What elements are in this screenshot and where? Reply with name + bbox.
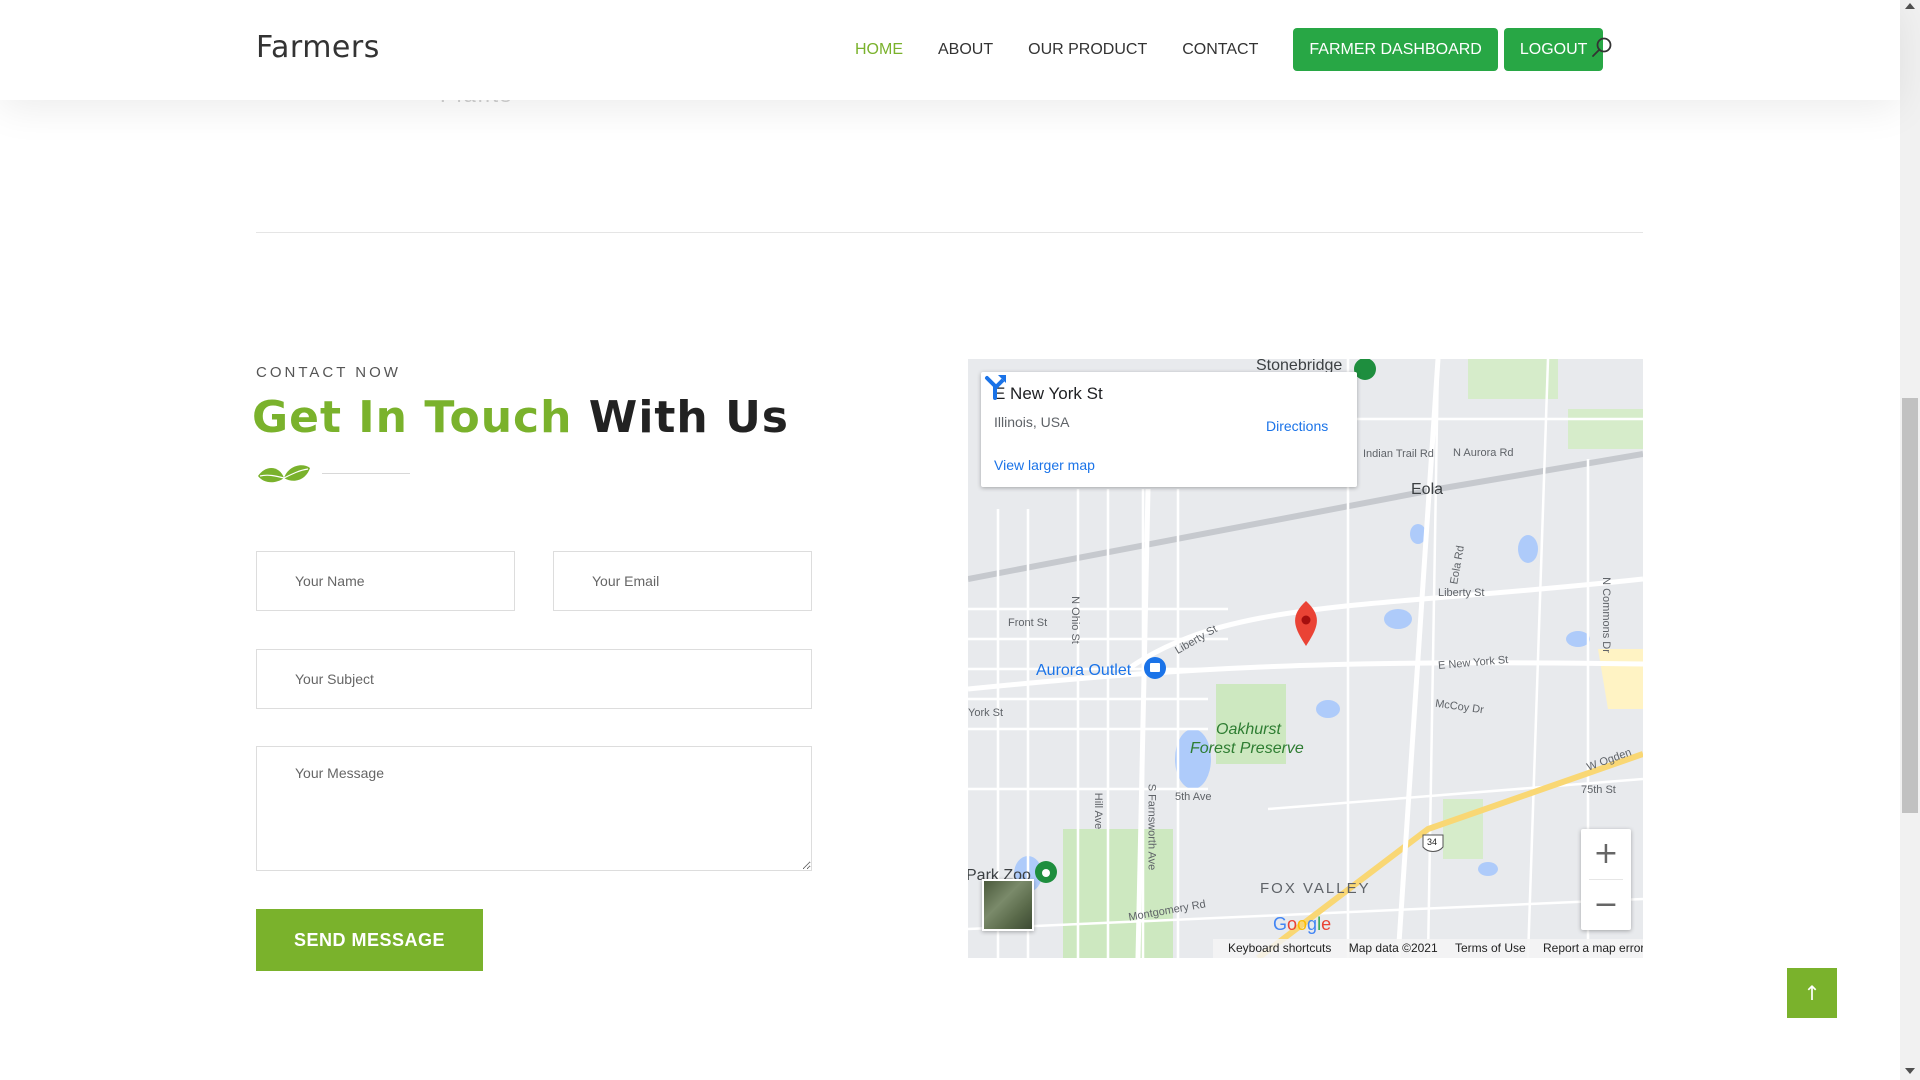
map-data-text: Map data ©2021 <box>1348 941 1438 955</box>
route-34-label: 34 <box>1427 837 1438 847</box>
scroll-down-arrow-icon[interactable] <box>1905 1068 1915 1074</box>
map-label-s-farnsworth: S Farnsworth Ave <box>1145 783 1158 871</box>
scrollbar-thumb[interactable] <box>1902 398 1918 813</box>
map-label-oakhurst: Oakhurst <box>1216 721 1281 738</box>
place-region: Illinois, USA <box>994 414 1070 430</box>
map-label-hill-ave: Hill Ave <box>1092 792 1105 830</box>
map-label-aurora-outlet: Aurora Outlet <box>1036 662 1132 679</box>
google-logo: Google <box>1273 914 1332 934</box>
map-attribution: Keyboard shortcuts Map data ©2021 Terms … <box>1213 939 1643 958</box>
farmer-dashboard-button[interactable]: FARMER DASHBOARD <box>1293 28 1498 71</box>
map-label-eola: Eola <box>1411 481 1444 498</box>
logout-button[interactable]: LOGOUT <box>1503 28 1604 71</box>
nav-contact[interactable]: CONTACT <box>1182 41 1258 59</box>
site-header: Farmers HOME ABOUT OUR PRODUCT CONTACT F… <box>0 0 1900 100</box>
satellite-toggle[interactable] <box>982 879 1034 931</box>
search-icon[interactable] <box>1590 36 1614 60</box>
directions-icon[interactable] <box>981 372 1009 400</box>
email-field[interactable] <box>553 551 812 611</box>
heading-green: Get In Touch <box>252 392 573 443</box>
directions-link[interactable]: Directions <box>1266 418 1328 434</box>
zoom-controls: + − <box>1581 829 1631 930</box>
nav-about[interactable]: ABOUT <box>938 41 993 59</box>
leaf-icon <box>258 465 310 483</box>
map-label-n-commons: N Commons Dr <box>1599 577 1612 653</box>
terms-of-use-link[interactable]: Terms of Use <box>1455 941 1526 955</box>
zoom-out-button[interactable]: − <box>1581 880 1631 930</box>
map-info-card: E New York St Illinois, USA View larger … <box>981 372 1357 487</box>
map-label-indian-trail: Indian Trail Rd <box>1363 448 1434 460</box>
scroll-up-arrow-icon[interactable] <box>1905 3 1915 9</box>
map-label-forest-preserve: Forest Preserve <box>1190 740 1304 757</box>
send-message-button[interactable]: SEND MESSAGE <box>256 909 483 971</box>
nav-our-product[interactable]: OUR PRODUCT <box>1028 41 1147 59</box>
nav-home[interactable]: HOME <box>855 41 903 59</box>
map-label-5th-ave: 5th Ave <box>1175 791 1212 803</box>
map-label-n-ohio: N Ohio St <box>1068 596 1081 644</box>
name-field[interactable] <box>256 551 515 611</box>
heading-underline <box>322 473 410 474</box>
back-to-top-button[interactable]: ↑ <box>1787 968 1837 1018</box>
contact-eyebrow: CONTACT NOW <box>256 364 401 381</box>
message-field[interactable] <box>256 746 812 871</box>
brand-logo[interactable]: Farmers <box>256 30 380 65</box>
google-map[interactable]: Stonebridge Eola Indian Trail Rd N Auror… <box>968 359 1643 958</box>
map-label-liberty-st: Liberty St <box>1438 587 1485 599</box>
view-larger-map-link[interactable]: View larger map <box>994 457 1095 473</box>
zoom-in-button[interactable]: + <box>1581 829 1631 879</box>
contact-heading: Get In Touch With Us <box>252 392 789 443</box>
subject-field[interactable] <box>256 649 812 709</box>
map-label-front-st: Front St <box>1008 617 1048 629</box>
heading-dark: With Us <box>588 392 789 443</box>
report-error-link[interactable]: Report a map error <box>1543 941 1643 955</box>
map-label-75th-st: 75th St <box>1581 784 1616 796</box>
main-nav: HOME ABOUT OUR PRODUCT CONTACT FARMER DA… <box>855 28 1604 71</box>
place-title: E New York St <box>994 384 1103 403</box>
keyboard-shortcuts-link[interactable]: Keyboard shortcuts <box>1228 941 1331 955</box>
map-label-fox-valley: FOX VALLEY <box>1260 880 1371 897</box>
map-label-n-aurora: N Aurora Rd <box>1453 447 1514 459</box>
map-label-york-st: York St <box>968 707 1004 719</box>
section-divider <box>256 232 1643 233</box>
